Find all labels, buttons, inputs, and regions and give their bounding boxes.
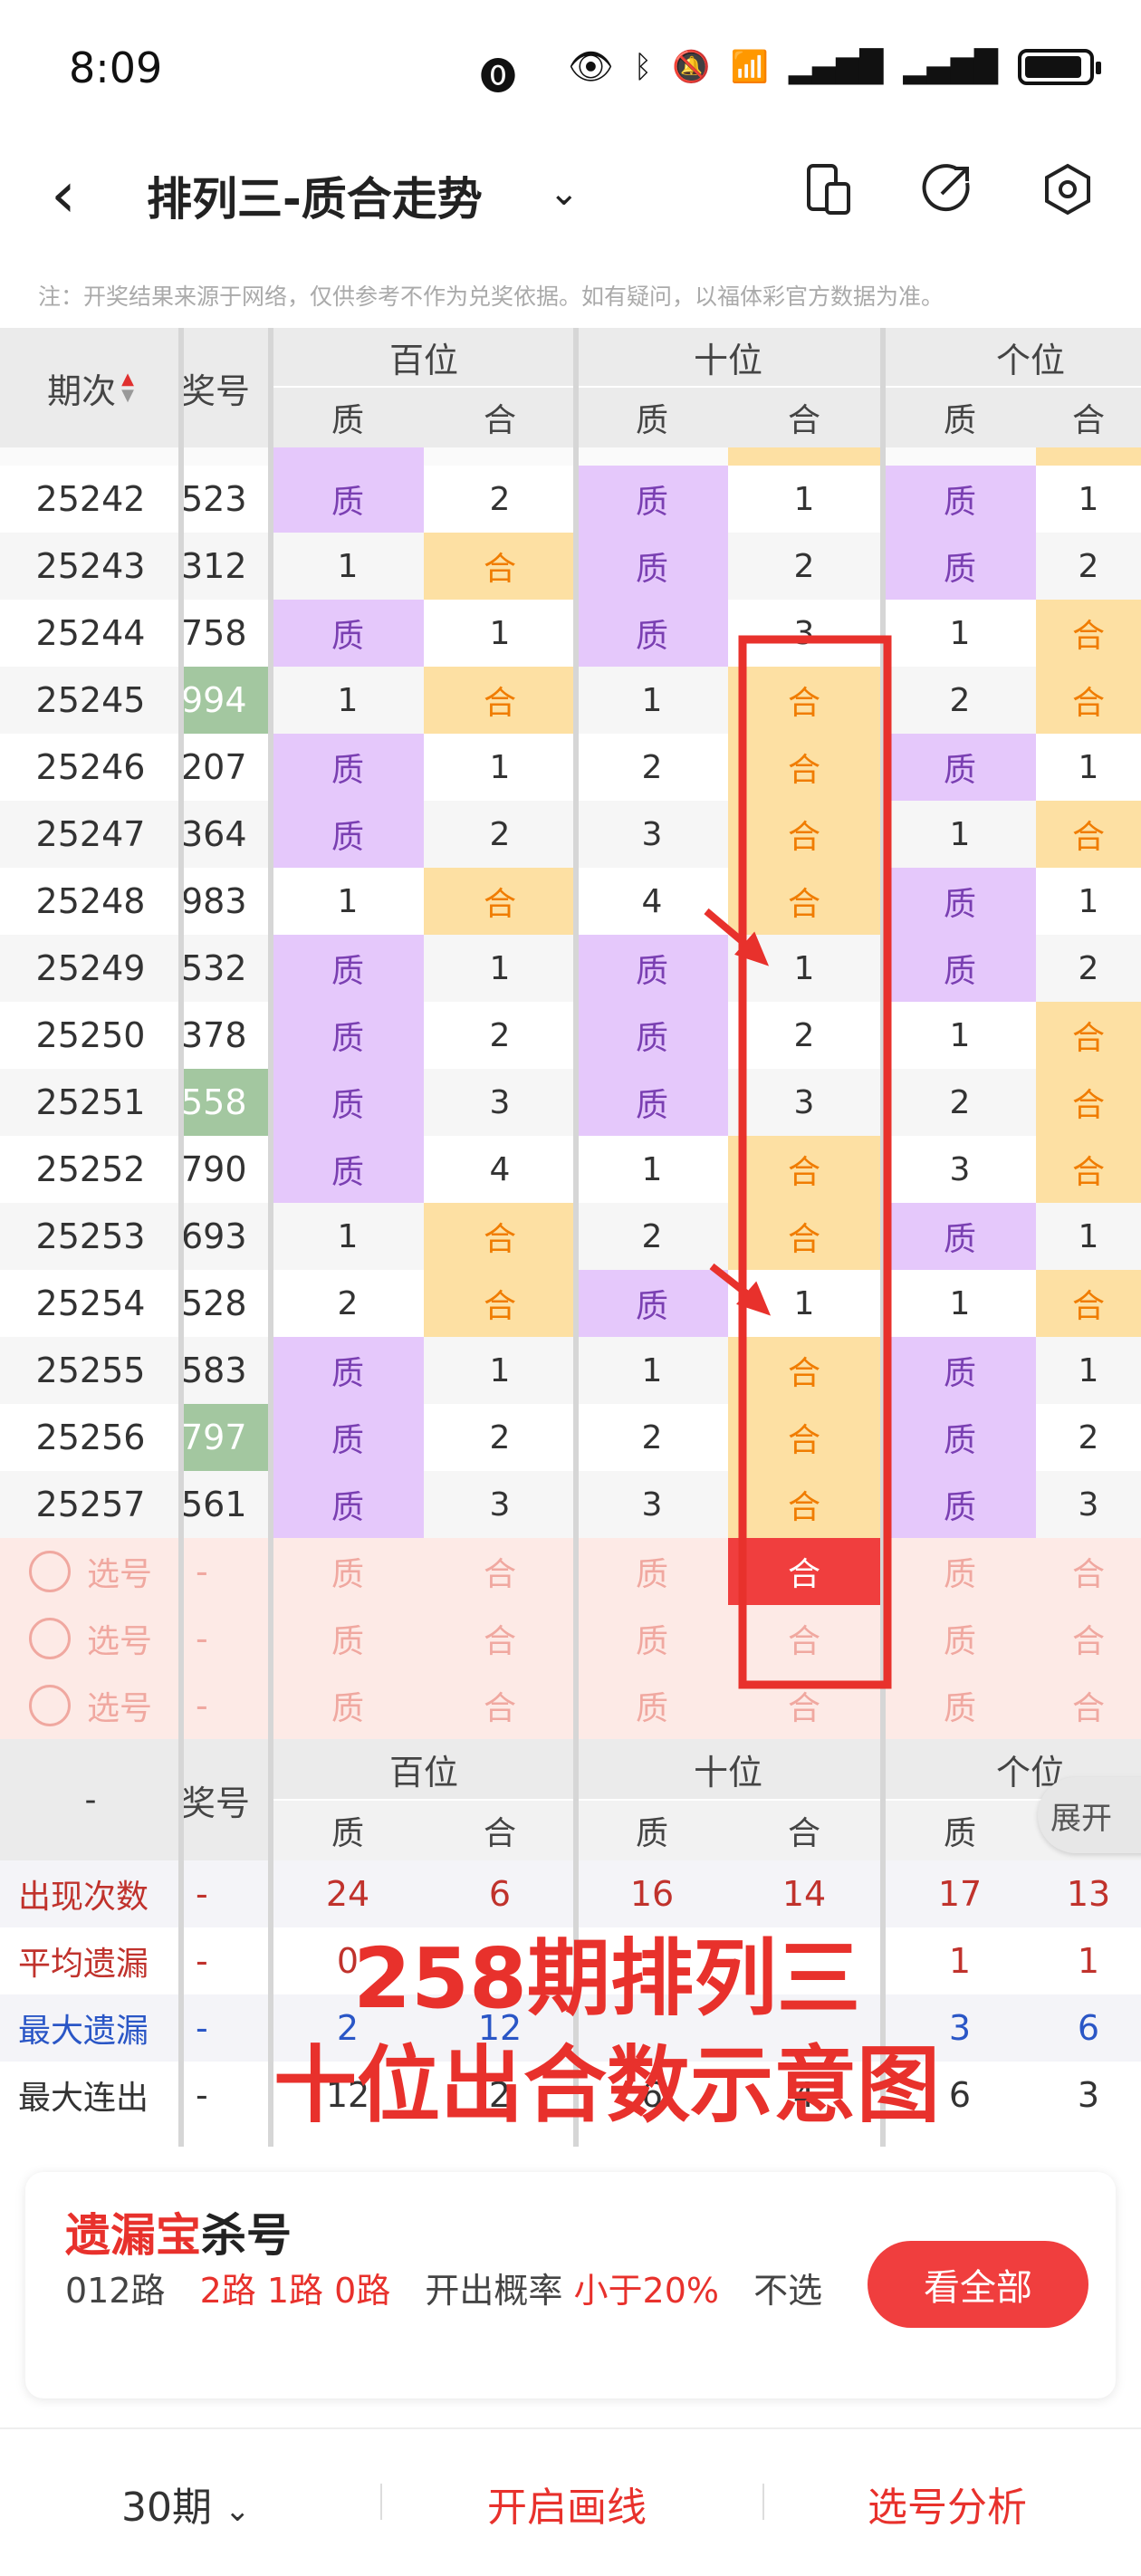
card-route: 012路 — [65, 2271, 166, 2311]
card-body: 012路 2路 1路 0路 开出概率 小于20% 不选 — [65, 2263, 862, 2319]
overlay-title-line2: 十位出合数示意图 — [273, 2037, 940, 2134]
draw-line-button[interactable]: 开启画线 — [487, 2475, 647, 2533]
card-routes: 2路 1路 0路 — [199, 2271, 391, 2311]
card-title-brand: 遗漏宝 — [65, 2209, 201, 2262]
bottom-bar: 30期 ⌄ 开启画线 选号分析 — [0, 2427, 1141, 2576]
card-prob-label: 开出概率 — [425, 2271, 563, 2311]
kill-number-card: 遗漏宝杀号 012路 2路 1路 0路 开出概率 小于20% 不选 看全部 — [25, 2172, 1116, 2398]
arrow-1 — [704, 908, 770, 966]
chevron-down-icon: ⌄ — [225, 2493, 251, 2529]
pick-analysis-button[interactable]: 选号分析 — [868, 2475, 1027, 2533]
view-all-button[interactable]: 看全部 — [868, 2241, 1088, 2328]
card-title-text: 杀号 — [201, 2209, 292, 2262]
overlay-title-line1: 258期排列三 — [352, 1930, 861, 2027]
period-label: 30期 — [121, 2485, 212, 2531]
divider — [380, 2484, 382, 2520]
card-suffix: 不选 — [753, 2271, 823, 2311]
arrow-2 — [709, 1263, 772, 1316]
card-prob-value: 小于20% — [573, 2271, 719, 2311]
highlight-box — [738, 635, 892, 1689]
divider — [762, 2484, 764, 2520]
period-selector[interactable]: 30期 ⌄ — [121, 2475, 251, 2533]
card-title: 遗漏宝杀号 — [65, 2199, 292, 2264]
